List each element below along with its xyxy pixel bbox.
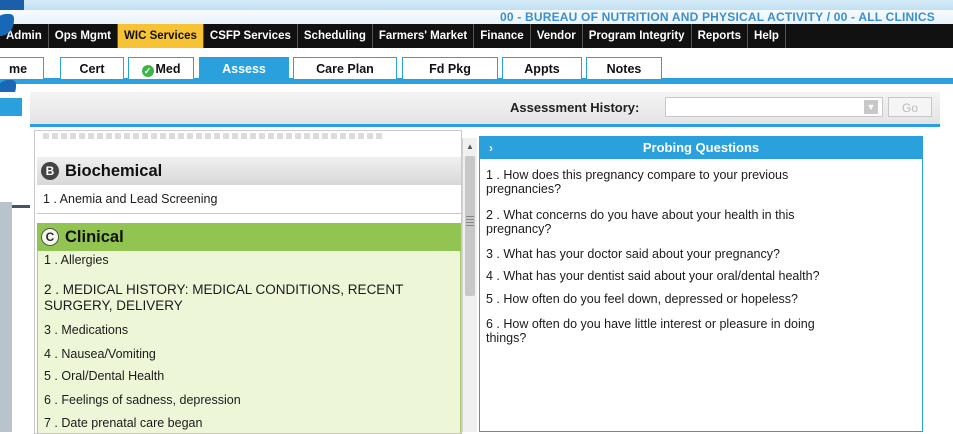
chevron-down-icon[interactable]: ▼ — [864, 100, 878, 114]
check-icon: ✓ — [141, 65, 154, 77]
scroll-thumb[interactable] — [465, 156, 475, 296]
go-button[interactable]: Go — [888, 97, 932, 117]
assessment-history-select[interactable]: ▼ — [665, 97, 883, 117]
logo-fragment — [0, 0, 24, 10]
tab-assess-label: Assess — [222, 62, 266, 76]
question-item: 4 . What has your dentist said about you… — [486, 269, 820, 283]
tab-cert[interactable]: Cert — [60, 57, 124, 79]
list-item[interactable]: 6 . Feelings of sadness, depression — [44, 393, 241, 407]
question-item-continued: pregnancy? — [486, 222, 552, 236]
main-nav: Admin Ops Mgmt WIC Services CSFP Service… — [0, 24, 953, 48]
tab-notes-label: Notes — [606, 62, 642, 76]
tab-home[interactable]: me — [0, 57, 44, 79]
nav-item-ops-mgmt[interactable]: Ops Mgmt — [49, 24, 119, 48]
biochemical-list: 1 . Anemia and Lead Screening — [37, 187, 461, 214]
section-badge-icon: B — [41, 162, 59, 180]
nav-item-reports[interactable]: Reports — [692, 24, 749, 48]
section-header-biochemical[interactable]: B Biochemical — [37, 157, 461, 185]
list-item[interactable]: 4 . Nausea/Vomiting — [44, 347, 156, 361]
tab-appts[interactable]: Appts — [502, 57, 582, 79]
section-header-clinical[interactable]: C Clinical — [37, 223, 461, 251]
probing-questions-header: › Probing Questions — [480, 137, 922, 159]
question-item: 3 . What has your doctor said about your… — [486, 247, 780, 261]
probing-questions-panel: › Probing Questions 1 . How does this pr… — [479, 136, 923, 432]
nav-item-vendor[interactable]: Vendor — [531, 24, 583, 48]
tab-care-plan-label: Care Plan — [316, 62, 374, 76]
tab-med[interactable]: ✓ Med — [128, 57, 194, 79]
section-title: Clinical — [65, 228, 124, 246]
org-line-text: 00 - BUREAU OF NUTRITION AND PHYSICAL AC… — [499, 10, 935, 24]
list-item[interactable]: 7 . Date prenatal care began — [44, 416, 202, 430]
nav-item-farmers-market[interactable]: Farmers' Market — [373, 24, 475, 48]
org-banner: 00 - BUREAU OF NUTRITION AND PHYSICAL AC… — [0, 10, 953, 24]
section-badge-icon: C — [41, 228, 59, 246]
tab-fd-pkg[interactable]: Fd Pkg — [402, 57, 498, 79]
question-item-continued: pregnancies? — [486, 182, 562, 196]
question-item-continued: things? — [486, 331, 527, 345]
side-panel-edge — [0, 202, 12, 432]
tab-assess[interactable]: Assess — [199, 57, 289, 79]
tab-med-label: Med — [155, 62, 181, 76]
assessment-history-label: Assessment History: — [510, 100, 640, 115]
cropped-row — [43, 131, 423, 145]
nav-item-help[interactable]: Help — [748, 24, 786, 48]
nav-item-csfp-services[interactable]: CSFP Services — [204, 24, 298, 48]
tab-appts-label: Appts — [524, 62, 560, 76]
tab-row: me Cert ✓ Med Assess Care Plan Fd Pkg App… — [0, 48, 953, 84]
tab-notes[interactable]: Notes — [586, 57, 662, 79]
scroll-up-icon[interactable]: ▲ — [463, 142, 477, 152]
list-item[interactable]: 5 . Oral/Dental Health — [44, 369, 164, 383]
grip-icon — [466, 216, 474, 226]
list-item[interactable]: 3 . Medications — [44, 323, 128, 337]
left-decor-panel — [0, 92, 30, 432]
question-item: 1 . How does this pregnancy compare to y… — [486, 168, 789, 182]
tab-home-label: me — [8, 62, 28, 76]
tab-care-plan[interactable]: Care Plan — [293, 57, 397, 79]
list-item[interactable]: 1 . Anemia and Lead Screening — [43, 192, 217, 206]
question-item: 2 . What concerns do you have about your… — [486, 208, 795, 222]
list-item[interactable]: 1 . Allergies — [44, 253, 109, 267]
nav-item-wic-services[interactable]: WIC Services — [118, 24, 204, 48]
tab-cert-label: Cert — [79, 62, 105, 76]
nav-item-finance[interactable]: Finance — [474, 24, 531, 48]
clinical-list: 1 . Allergies 2 . MEDICAL HISTORY: MEDIC… — [37, 251, 461, 433]
scrollbar[interactable]: ▲ — [462, 138, 477, 432]
assessment-history-bar: Assessment History: ▼ Go — [30, 92, 940, 127]
nav-item-program-integrity[interactable]: Program Integrity — [583, 24, 692, 48]
list-item[interactable]: 2 . MEDICAL HISTORY: MEDICAL CONDITIONS,… — [44, 282, 403, 297]
assessment-topics-pane: B Biochemical 1 . Anemia and Lead Screeni… — [34, 130, 462, 434]
list-item-continued[interactable]: SURGERY, DELIVERY — [44, 298, 183, 313]
question-item: 6 . How often do you have little interes… — [486, 317, 815, 331]
nav-item-scheduling[interactable]: Scheduling — [298, 24, 373, 48]
tab-fd-pkg-label: Fd Pkg — [429, 62, 471, 76]
chevron-right-icon[interactable]: › — [484, 137, 498, 159]
section-title: Biochemical — [65, 162, 163, 180]
panel-accent — [0, 98, 22, 116]
question-item: 5 . How often do you feel down, depresse… — [486, 292, 799, 306]
probing-questions-title: Probing Questions — [642, 140, 760, 155]
